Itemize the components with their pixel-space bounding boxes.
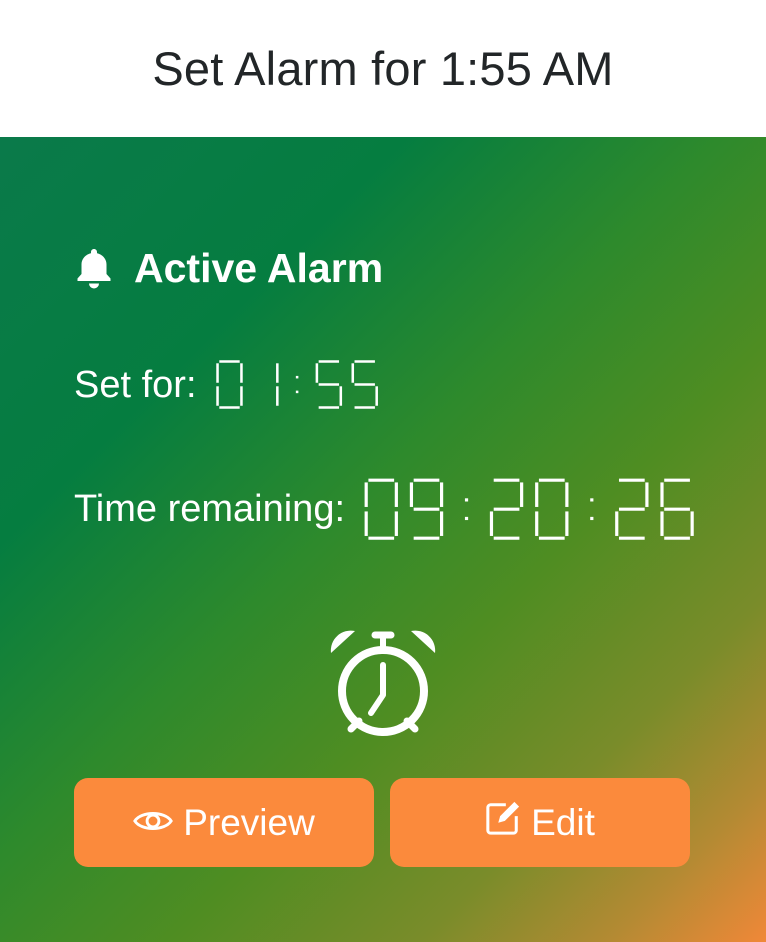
- colon-dot: [464, 498, 469, 502]
- time-remaining-value: [363, 477, 696, 542]
- colon-dot: [590, 516, 594, 521]
- time-remaining-row: Time remaining:: [74, 477, 696, 542]
- colon-dot: [295, 375, 298, 379]
- edit-label: Edit: [531, 801, 595, 843]
- colon-dot: [295, 390, 298, 394]
- digital-readout: [364, 478, 694, 540]
- colon-dot: [590, 498, 594, 502]
- set-for-label: Set for:: [74, 363, 197, 406]
- set-for-time: [215, 359, 380, 411]
- page-title: Set Alarm for 1:55 AM: [152, 42, 614, 95]
- edit-icon: [485, 800, 521, 845]
- bell-icon: [74, 247, 114, 291]
- digital-readout: [215, 360, 378, 409]
- set-for-row: Set for:: [74, 359, 380, 411]
- page-header: Set Alarm for 1:55 AM: [0, 0, 766, 137]
- alarm-panel: Active Alarm Set for: Time remaining: Pr…: [0, 137, 766, 942]
- colon-dot: [464, 516, 469, 521]
- alarm-clock-icon: [325, 625, 441, 741]
- time-remaining-label: Time remaining:: [74, 488, 346, 530]
- preview-button[interactable]: Preview: [74, 778, 374, 867]
- active-alarm-title: Active Alarm: [134, 245, 384, 291]
- edit-button[interactable]: Edit: [390, 778, 690, 867]
- action-buttons: Preview Edit: [74, 778, 690, 867]
- preview-label: Preview: [183, 801, 315, 843]
- active-alarm-heading: Active Alarm: [74, 245, 383, 292]
- eye-icon: [133, 802, 174, 844]
